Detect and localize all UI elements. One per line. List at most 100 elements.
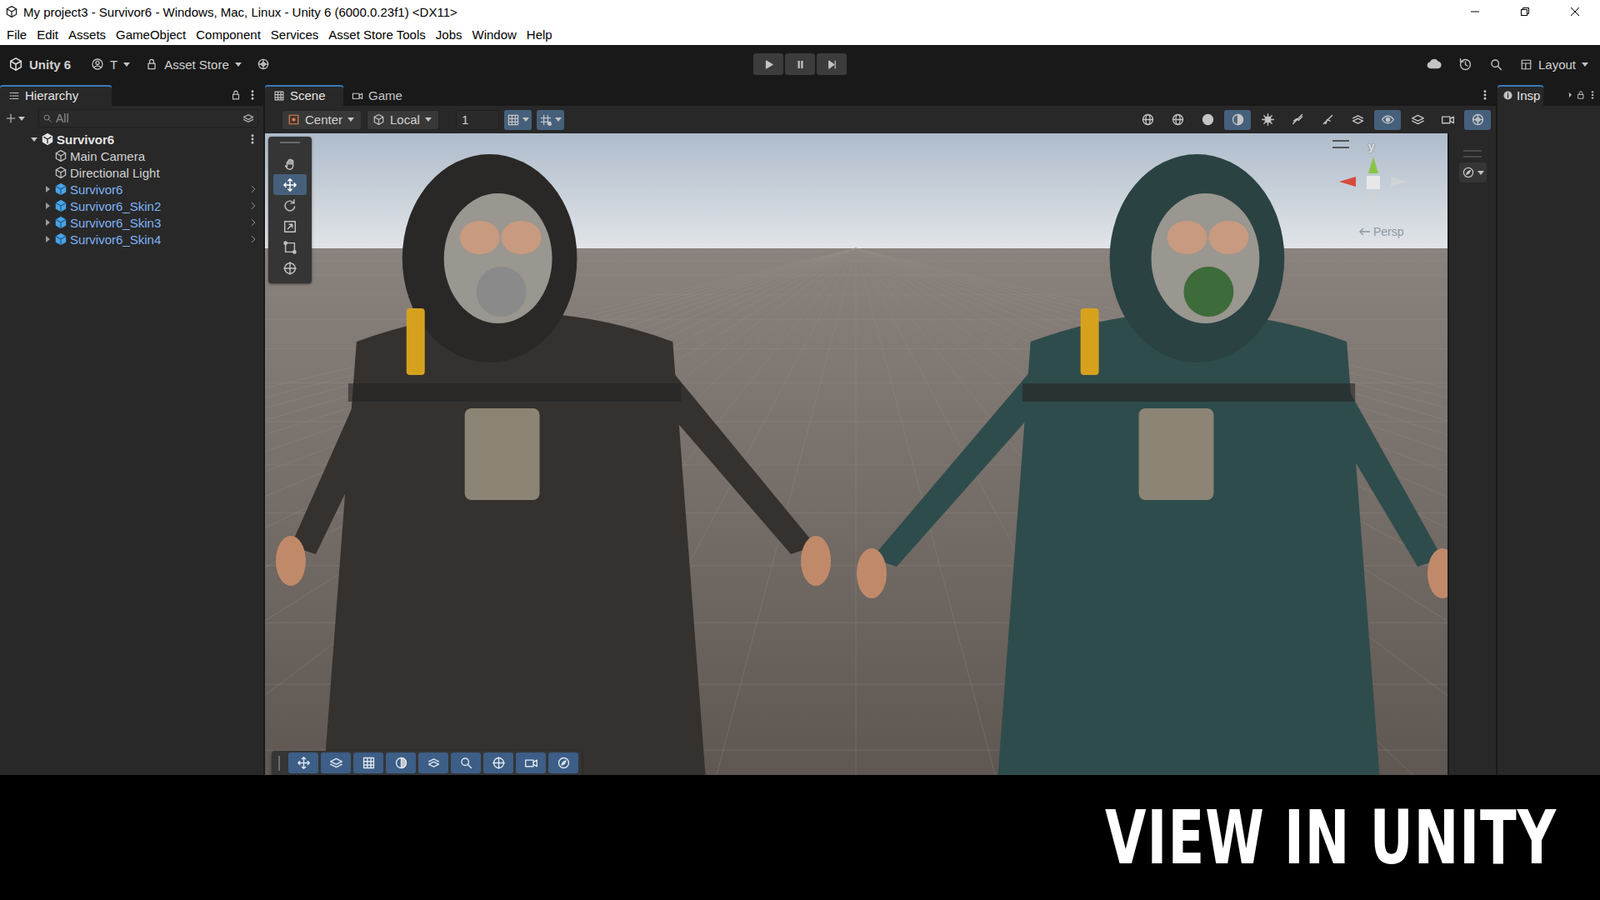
overlay-button[interactable] [320,752,351,774]
view-option-button[interactable] [1134,110,1161,130]
restore-button[interactable] [1500,0,1550,24]
fx-icon [1260,112,1275,127]
item-label: Survivor6 [56,132,115,147]
scale-tool-button[interactable] [273,215,307,237]
orientation-gizmo[interactable]: yPersp [1327,140,1420,240]
view-option-button[interactable] [1404,110,1431,130]
inspector-tab[interactable]: Insp [1497,85,1544,106]
hierarchy-item[interactable]: Directional Light [0,164,264,181]
search-icon [459,755,474,770]
minimize-button[interactable] [1450,0,1500,24]
expand-toggle[interactable] [41,197,54,215]
title-bar: My project3 - Survivor6 - Windows, Mac, … [0,0,1600,24]
audio-icon [1320,112,1335,127]
overlay-button[interactable] [385,752,416,774]
play-button[interactable] [753,53,784,75]
menu-item[interactable]: Services [265,27,325,42]
hierarchy-item[interactable]: Survivor6_Skin2 [0,197,264,215]
space-dropdown[interactable]: Local [366,110,440,130]
open-prefab-button[interactable] [248,234,259,245]
account-button[interactable]: T [90,57,130,72]
close-button[interactable] [1550,0,1600,24]
hierarchy-item[interactable]: Survivor6_Skin3 [0,214,264,231]
viewport-row: yPersp [265,133,1496,775]
overlay-button[interactable] [418,752,449,774]
hierarchy-search-field[interactable] [55,111,240,125]
sphere-icon [1200,112,1215,127]
step-button[interactable] [816,53,847,75]
pivot-dropdown[interactable]: Center [281,110,362,130]
tab-tools [1479,83,1496,106]
menu-item[interactable]: Asset Store Tools [323,27,430,42]
view-option-button[interactable] [1464,110,1491,130]
grid-button[interactable] [536,110,565,130]
transform-icon [282,260,298,276]
expand-toggle[interactable] [41,214,54,231]
rect-tool-button[interactable] [273,236,307,258]
overlay-grip [280,141,300,150]
hierarchy-tab[interactable]: Hierarchy [0,85,112,106]
overlay-button[interactable] [548,752,579,774]
view-tab[interactable]: Scene [265,85,344,106]
asset-store-button[interactable]: Asset Store [145,57,242,72]
view-option-button[interactable] [1374,110,1401,130]
overlay-button[interactable] [515,752,546,774]
grid-size-field[interactable]: 1 [455,110,500,130]
view-options-button[interactable] [1459,162,1487,183]
layout-dropdown[interactable]: Layout [1520,57,1589,72]
hand-tool-button[interactable] [273,153,307,175]
scene-viewport[interactable]: yPersp [265,133,1448,775]
more-tabs-icon [1565,90,1575,100]
menu-item[interactable]: File [1,27,32,42]
menu-item[interactable]: Jobs [430,27,468,42]
expand-toggle[interactable] [28,130,40,148]
unity-version-button[interactable]: Unity 6 [8,56,71,72]
projection-toggle[interactable]: Persp [1359,225,1405,239]
menu-item[interactable]: Edit [31,27,64,42]
overlay-button[interactable] [288,752,319,774]
scene-menu-button[interactable] [246,133,259,145]
menu-icon [1479,89,1491,101]
compass-icon [1461,165,1475,180]
view-option-button[interactable] [1314,110,1341,130]
rotate-tool-button[interactable] [273,195,307,216]
dropdown-arrow-icon [425,117,432,122]
menu-item[interactable]: Assets [63,27,111,42]
view-option-button[interactable] [1164,110,1191,130]
open-prefab-button[interactable] [248,200,259,211]
pause-button[interactable] [785,53,815,75]
transform-tool-button[interactable] [273,257,307,279]
view-option-button[interactable] [1434,110,1461,130]
menu-bar: FileEditAssetsGameObjectComponentService… [0,23,1600,45]
layers-icon [1410,112,1425,127]
tab-tools [1565,83,1600,106]
overlay-button[interactable] [450,752,481,774]
view-option-button[interactable] [1224,110,1251,130]
menu-item[interactable]: Component [190,27,266,42]
expand-toggle[interactable] [41,180,54,198]
view-tab[interactable]: Game [343,85,422,106]
hierarchy-item[interactable]: Survivor6_Skin4 [0,230,264,248]
hierarchy-item[interactable]: Survivor6 [0,180,264,198]
grid-button[interactable] [504,110,532,130]
menu-item[interactable]: Window [466,27,521,42]
menu-item[interactable]: GameObject [110,27,191,42]
menu-item[interactable]: Help [521,27,558,42]
open-prefab-button[interactable] [248,217,259,228]
hidden-icon [1290,112,1305,127]
view-option-button[interactable] [1194,110,1221,130]
view-option-button[interactable] [1284,110,1311,130]
overlay-button[interactable] [483,752,514,774]
move-tool-button[interactable] [273,174,307,195]
open-prefab-button[interactable] [248,184,259,195]
banner-text: VIEW IN UNITY [1105,794,1557,881]
expand-toggle[interactable] [41,230,54,248]
hierarchy-item[interactable]: Survivor6 [0,130,264,148]
view-option-button[interactable] [1344,110,1371,130]
hierarchy-item[interactable]: Main Camera [0,147,264,165]
create-button[interactable] [5,112,34,125]
view-option-button[interactable] [1254,110,1281,130]
pivot-icon [287,113,300,126]
overlay-button[interactable] [353,752,384,774]
hierarchy-tab-row: Hierarchy [0,83,264,106]
